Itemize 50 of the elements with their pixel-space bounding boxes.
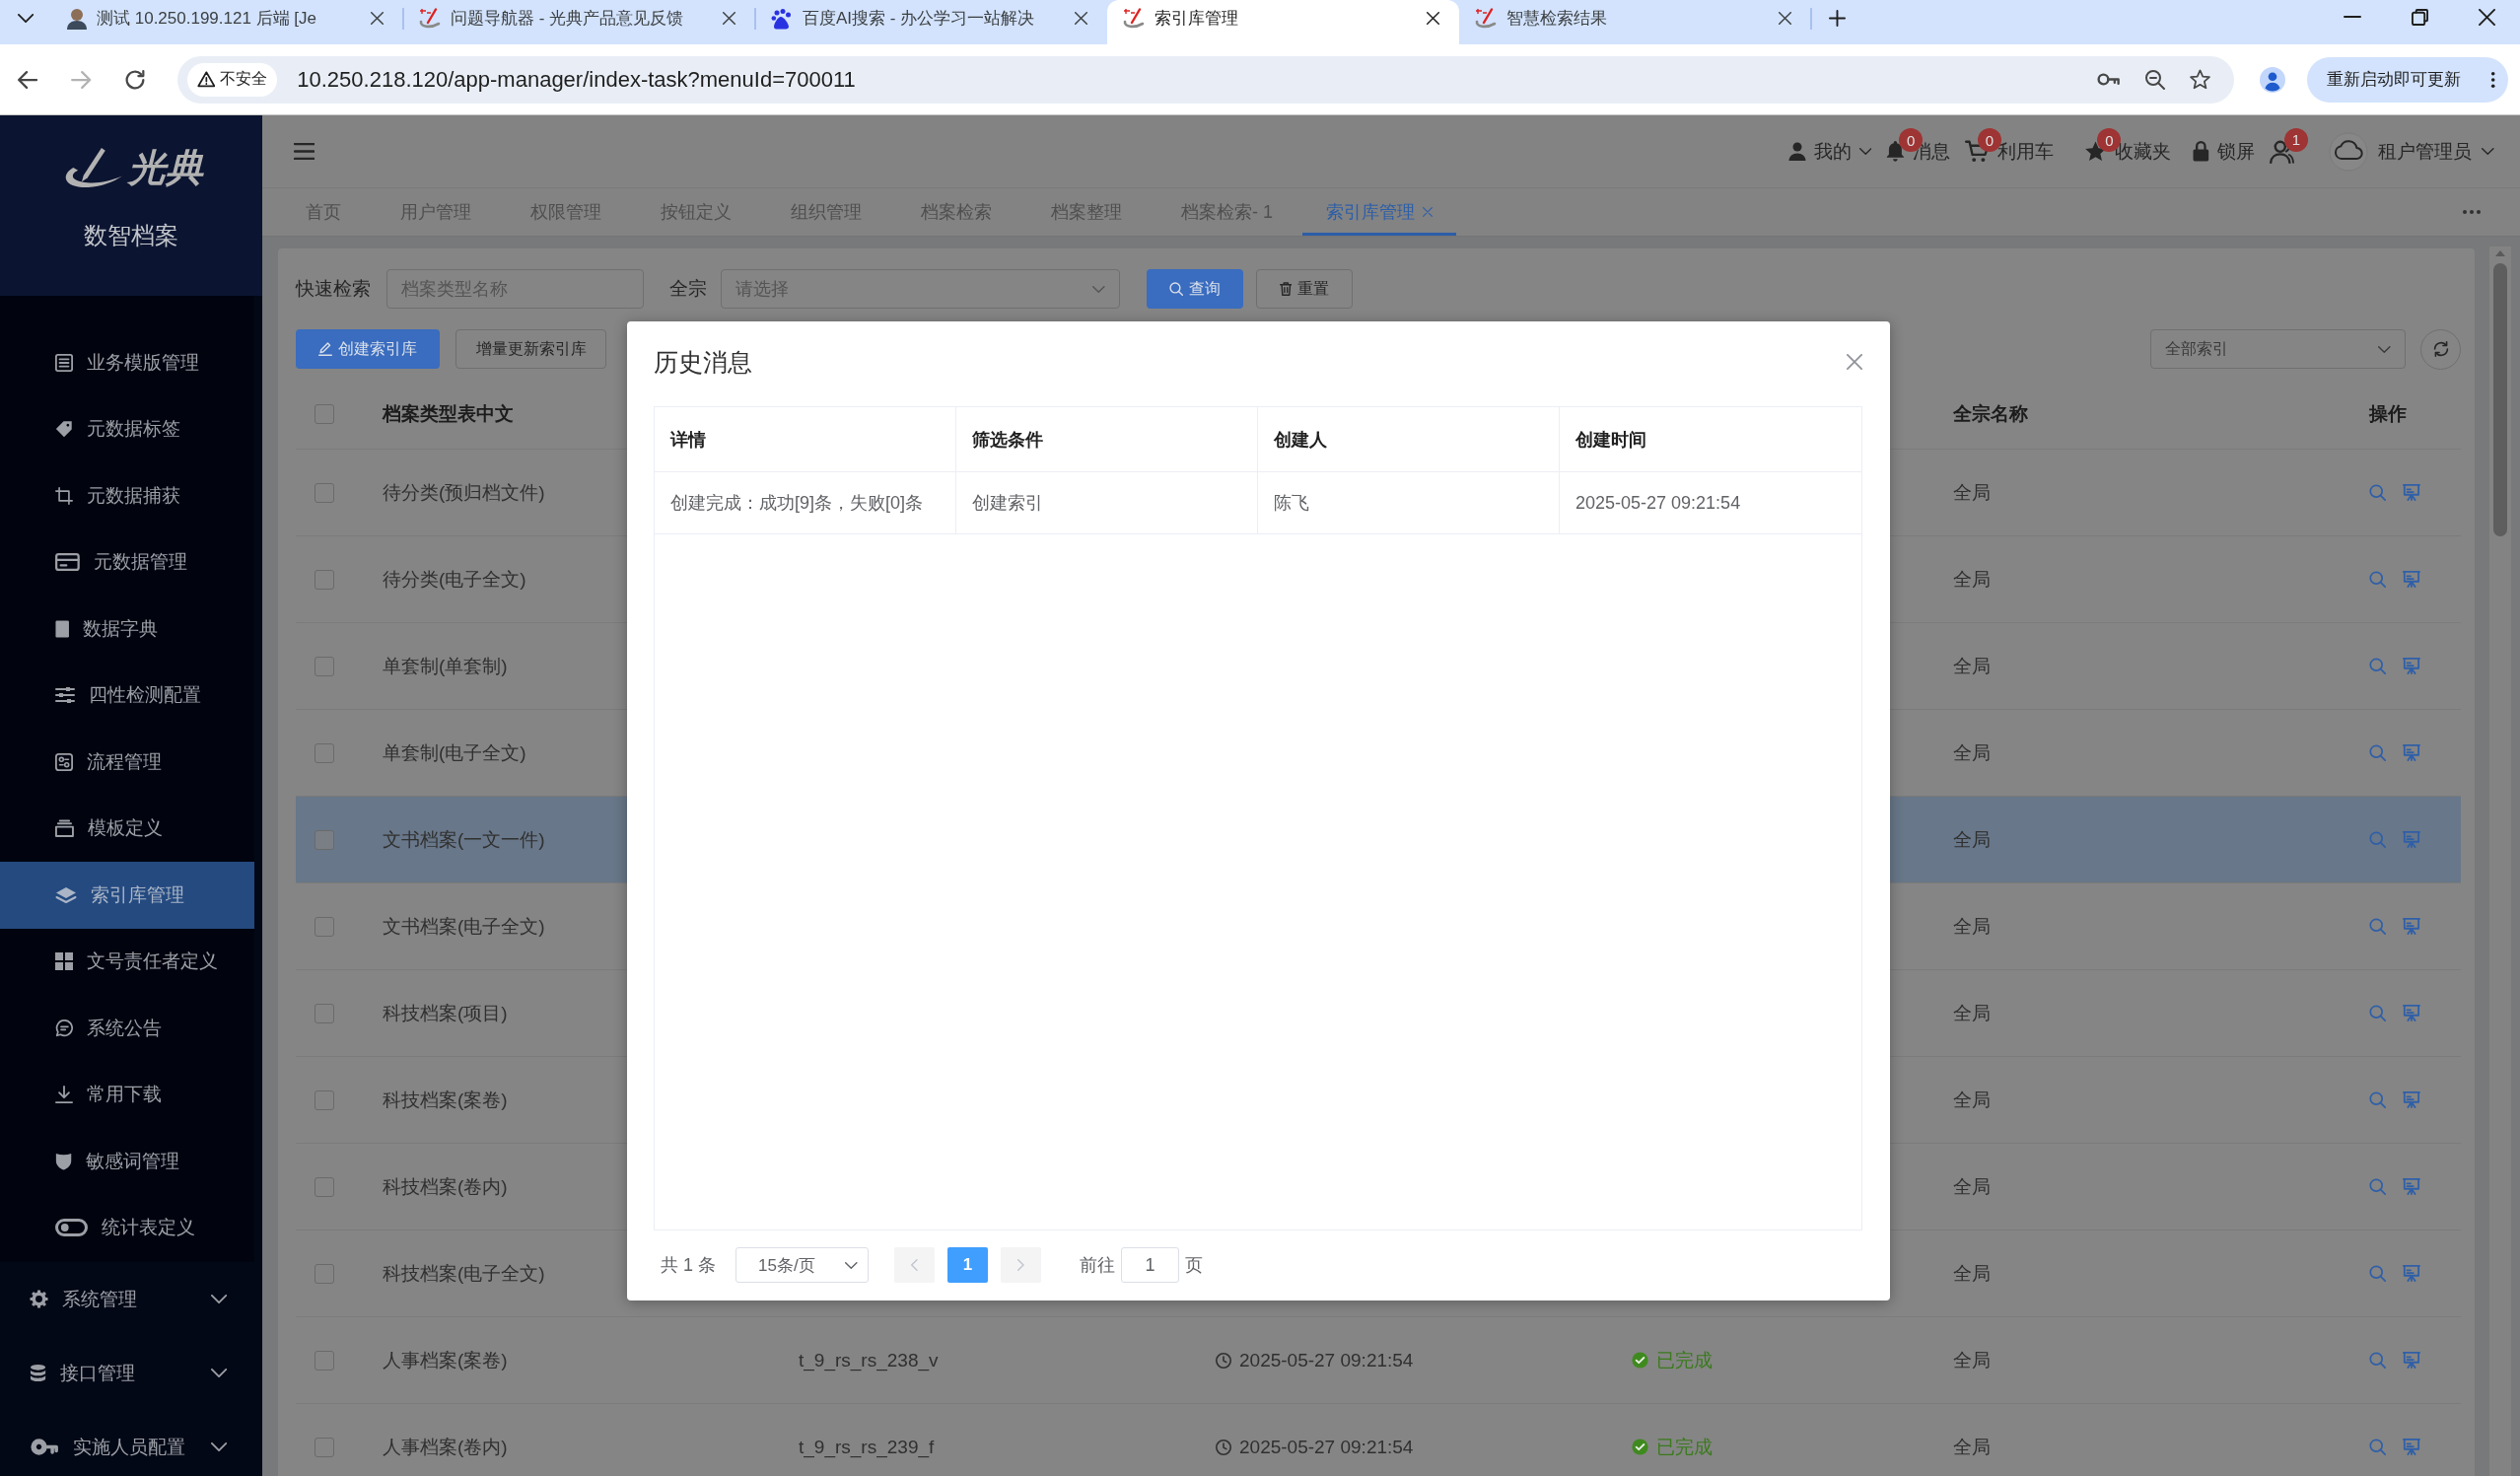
table-name: t_9_rs_rs_239_f xyxy=(799,1436,935,1458)
count-badge: 1 xyxy=(2284,127,2308,152)
page-unit-label: 页 xyxy=(1185,1254,1203,1277)
filter-label: 全宗 xyxy=(669,277,707,301)
dialog-title: 历史消息 xyxy=(654,346,752,378)
archive-type-name: 科技档案(案卷) xyxy=(383,1088,508,1112)
archive-type-name: 人事档案(案卷) xyxy=(383,1348,508,1372)
archive-type-name: 待分类(预归档文件) xyxy=(383,480,545,505)
total-count: 共 1 条 xyxy=(661,1254,716,1277)
column-header: 筛选条件 xyxy=(972,428,1043,452)
fonds-name: 全局 xyxy=(1953,1001,1991,1025)
fonds-name: 全局 xyxy=(1953,567,1991,592)
fonds-name: 全局 xyxy=(1953,1261,1991,1286)
created-time: 2025-05-27 09:21:54 xyxy=(1239,1349,1414,1371)
archive-type-name: 单套制(电子全文) xyxy=(383,740,526,765)
created-time: 2025-05-27 09:21:54 xyxy=(1239,1436,1414,1458)
app-title: 数智档案 xyxy=(84,222,178,249)
filter-label: 快速检索 xyxy=(296,277,371,301)
fonds-name: 全局 xyxy=(1953,1088,1991,1112)
filter-text: 创建索引 xyxy=(972,492,1043,515)
archive-type-name: 科技档案(电子全文) xyxy=(383,1261,545,1286)
created-time: 2025-05-27 09:21:54 xyxy=(1575,492,1741,514)
fonds-name: 全局 xyxy=(1953,654,1991,678)
status-text: 已完成 xyxy=(1656,1348,1713,1372)
detail-text: 创建完成：成功[9]条，失败[0]条 xyxy=(670,492,924,515)
creator-name: 陈飞 xyxy=(1274,492,1309,515)
fonds-name: 全局 xyxy=(1953,1174,1991,1199)
archive-type-name: 文书档案(电子全文) xyxy=(383,914,545,939)
fonds-name: 全局 xyxy=(1953,480,1991,505)
fonds-name: 全局 xyxy=(1953,1348,1991,1372)
fonds-name: 全局 xyxy=(1953,827,1991,852)
column-header: 操作 xyxy=(2369,401,2407,426)
goto-label: 前往 xyxy=(1080,1254,1115,1277)
archive-type-name: 单套制(单套制) xyxy=(383,654,508,678)
archive-type-name: 待分类(电子全文) xyxy=(383,567,526,592)
column-header: 详情 xyxy=(670,428,706,452)
logo-text: 光典 xyxy=(128,149,204,186)
archive-type-name: 文书档案(一文一件) xyxy=(383,827,545,852)
status-text: 已完成 xyxy=(1656,1435,1713,1459)
table-name: t_9_rs_rs_238_v xyxy=(799,1349,939,1371)
archive-type-name: 人事档案(卷内) xyxy=(383,1435,508,1459)
fonds-name: 全局 xyxy=(1953,1435,1991,1459)
column-header: 创建时间 xyxy=(1575,428,1646,452)
fonds-name: 全局 xyxy=(1953,740,1991,765)
fonds-name: 全局 xyxy=(1953,914,1991,939)
column-header: 档案类型表中文 xyxy=(383,401,514,426)
archive-type-name: 科技档案(卷内) xyxy=(383,1174,508,1199)
column-header: 全宗名称 xyxy=(1953,401,2028,426)
column-header: 创建人 xyxy=(1274,428,1327,452)
archive-type-name: 科技档案(项目) xyxy=(383,1001,508,1025)
